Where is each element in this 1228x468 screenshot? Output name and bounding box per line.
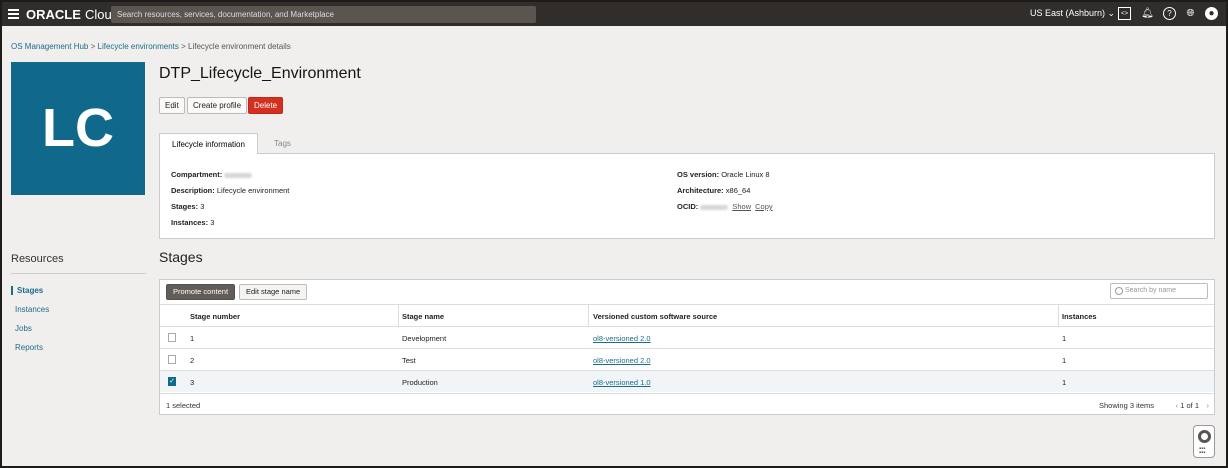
stage-number: 3: [190, 378, 195, 387]
row-checkbox[interactable]: ✓: [168, 377, 176, 386]
redacted-value: [224, 172, 253, 178]
ocid-field: OCID: Show Copy: [677, 202, 773, 211]
description-field: Description: Lifecycle environment: [171, 186, 290, 195]
ocid-show-link[interactable]: Show: [732, 202, 751, 211]
instances-count: 1: [1062, 356, 1067, 365]
redacted-value: [700, 204, 729, 210]
lifecycle-info-panel: Compartment: Description: Lifecycle envi…: [159, 153, 1215, 239]
global-search-input[interactable]: Search resources, services, documentatio…: [111, 6, 536, 23]
stage-name: Development: [402, 334, 447, 343]
table-row[interactable]: 1 Development ol8-versioned 2.0 1: [160, 326, 1214, 348]
table-footer: 1 selected Showing 3 items ‹ 1 of 1 ›: [160, 393, 1214, 415]
top-bar: ORACLE Cloud Search resources, services,…: [2, 2, 1226, 26]
os-version-field: OS version: Oracle Linux 8: [677, 170, 770, 179]
edit-stage-name-button[interactable]: Edit stage name: [239, 284, 308, 300]
instances-field: Instances: 3: [171, 218, 215, 227]
showing-count: Showing 3 items: [1098, 401, 1154, 410]
selected-count: 1 selected: [166, 401, 201, 410]
tab-lifecycle-information[interactable]: Lifecycle information: [159, 133, 258, 154]
breadcrumb: OS Management Hub > Lifecycle environmen…: [11, 42, 291, 51]
support-help-button[interactable]: ▪▪▪ ▪▪▪: [1193, 425, 1215, 458]
region-selector[interactable]: US East (Ashburn) ⌄: [1030, 8, 1115, 19]
resource-link-instances[interactable]: Instances: [15, 305, 49, 314]
resource-tile: LC: [11, 62, 145, 195]
column-header[interactable]: Stage number: [190, 312, 240, 321]
instances-count: 1: [1062, 334, 1067, 343]
hamburger-menu-icon[interactable]: [8, 9, 19, 19]
table-row[interactable]: 2 Test ol8-versioned 2.0 1: [160, 348, 1214, 370]
divider: [11, 273, 146, 274]
compartment-field: Compartment:: [171, 170, 253, 179]
software-source-link[interactable]: ol8-versioned 1.0: [593, 378, 651, 387]
search-by-name-input[interactable]: Search by name: [1110, 283, 1208, 299]
column-header[interactable]: Stage name: [402, 312, 444, 321]
table-row[interactable]: ✓ 3 Production ol8-versioned 1.0 1: [160, 370, 1214, 392]
architecture-field: Architecture: x86_64: [677, 186, 751, 195]
breadcrumb-separator: >: [90, 42, 96, 51]
delete-button[interactable]: Delete: [248, 97, 284, 114]
lifebuoy-icon: [1198, 430, 1211, 443]
software-source-link[interactable]: ol8-versioned 2.0: [593, 334, 651, 343]
software-source-link[interactable]: ol8-versioned 2.0: [593, 356, 651, 365]
stage-name: Test: [402, 356, 416, 365]
resource-link-reports[interactable]: Reports: [15, 343, 43, 352]
row-checkbox[interactable]: [168, 333, 176, 342]
table-header: Stage number Stage name Versioned custom…: [160, 304, 1214, 326]
prev-page-icon[interactable]: ‹: [1176, 401, 1179, 410]
resources-heading: Resources: [11, 253, 64, 265]
row-checkbox[interactable]: [168, 355, 176, 364]
stages-field: Stages: 3: [171, 202, 205, 211]
resource-link-jobs[interactable]: Jobs: [15, 324, 32, 333]
column-header[interactable]: Versioned custom software source: [593, 312, 717, 321]
stages-heading: Stages: [159, 249, 203, 265]
page-indicator: 1 of 1: [1180, 401, 1199, 410]
breadcrumb-os-management-hub[interactable]: OS Management Hub: [11, 42, 88, 51]
breadcrumb-lifecycle-environments[interactable]: Lifecycle environments: [98, 42, 179, 51]
globe-icon[interactable]: 🌐︎: [1184, 7, 1197, 20]
ocid-copy-link[interactable]: Copy: [755, 202, 773, 211]
instances-count: 1: [1062, 378, 1067, 387]
help-icon[interactable]: ?: [1163, 7, 1176, 20]
next-page-icon[interactable]: ›: [1207, 401, 1210, 410]
code-editor-icon[interactable]: <>: [1118, 7, 1131, 20]
edit-button[interactable]: Edit: [159, 97, 185, 114]
page-title: DTP_Lifecycle_Environment: [159, 65, 361, 82]
stage-number: 1: [190, 334, 195, 343]
breadcrumb-current: Lifecycle environment details: [188, 42, 291, 51]
stages-table: Promote content Edit stage name Search b…: [159, 279, 1215, 415]
stage-name: Production: [402, 378, 438, 387]
oracle-cloud-logo[interactable]: ORACLE Cloud: [26, 7, 119, 22]
resource-link-stages[interactable]: Stages: [11, 286, 43, 295]
app-window: ORACLE Cloud Search resources, services,…: [2, 2, 1226, 466]
stage-number: 2: [190, 356, 195, 365]
promote-content-button[interactable]: Promote content: [166, 284, 236, 300]
create-profile-button[interactable]: Create profile: [187, 97, 248, 114]
user-icon[interactable]: ●: [1205, 7, 1218, 20]
column-header[interactable]: Instances: [1062, 312, 1097, 321]
grid-icon: ▪▪▪ ▪▪▪: [1199, 446, 1206, 456]
breadcrumb-separator: >: [181, 42, 186, 51]
bell-icon[interactable]: 🔔︎: [1141, 7, 1154, 20]
tab-tags[interactable]: Tags: [262, 133, 303, 154]
